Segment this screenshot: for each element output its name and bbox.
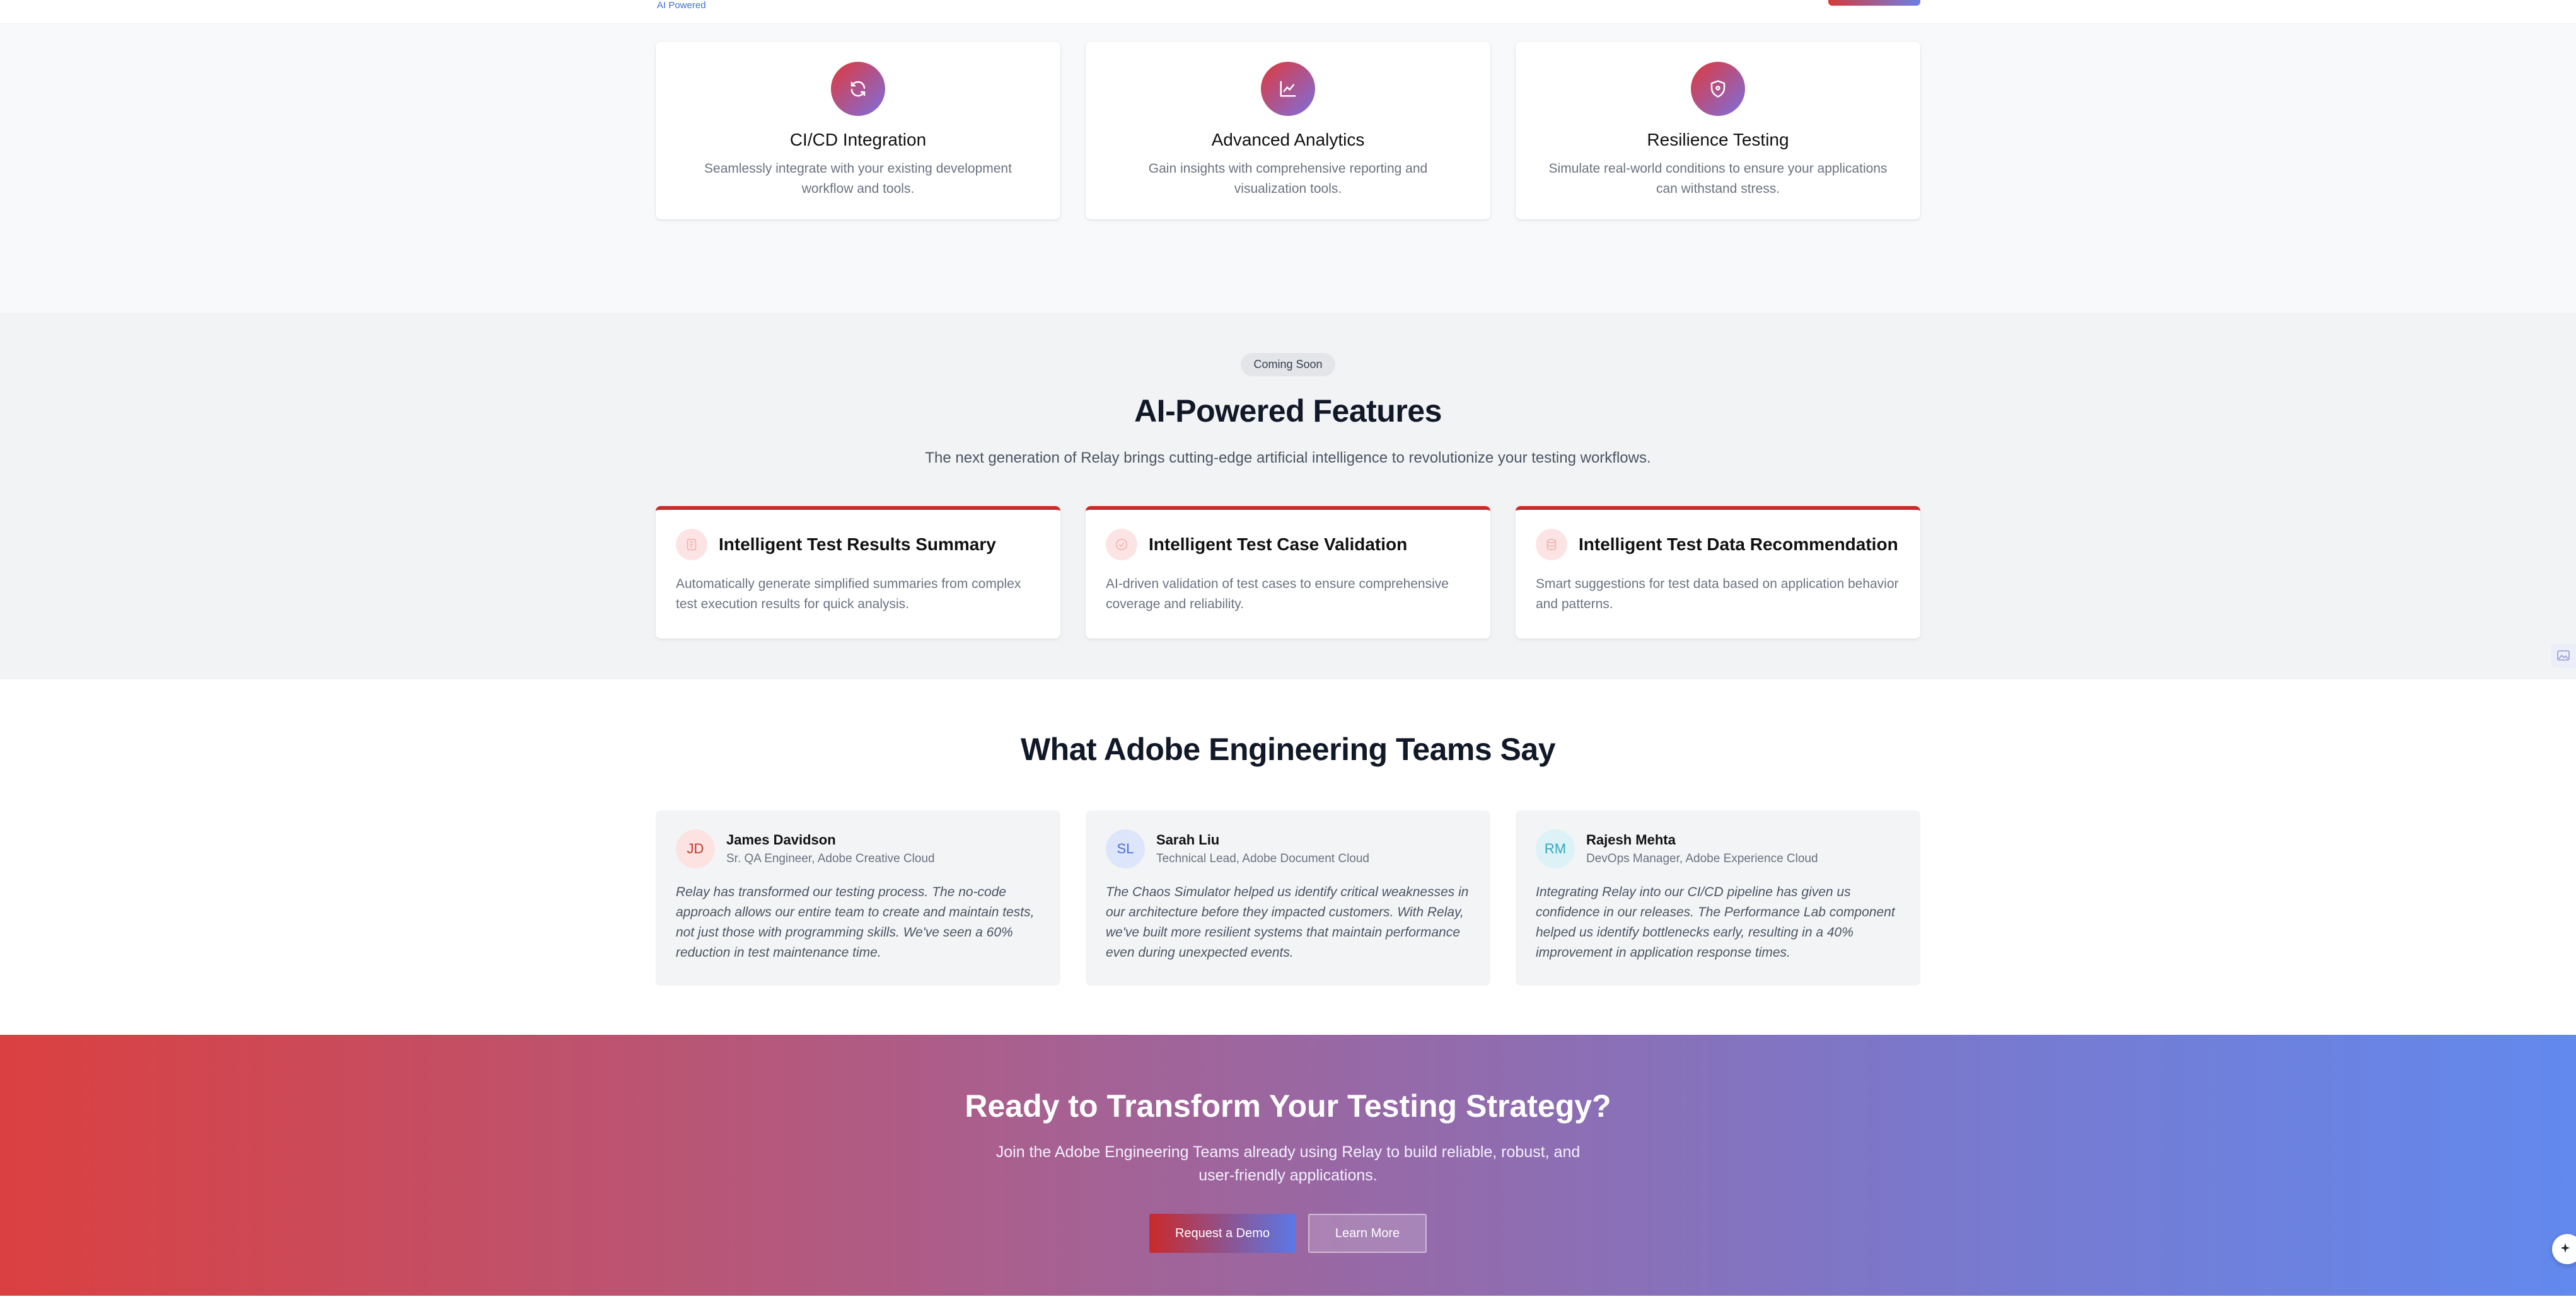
- ai-section-subtitle: The next generation of Relay brings cutt…: [925, 449, 1651, 466]
- testimonial-name: James Davidson: [726, 832, 836, 848]
- chart-line-icon: [1261, 62, 1315, 116]
- testimonial-card: RM Rajesh Mehta DevOps Manager, Adobe Ex…: [1516, 810, 1920, 986]
- cta-subtitle: Join the Adobe Engineering Teams already…: [995, 1143, 1581, 1184]
- ai-card-case-validation: Intelligent Test Case Validation AI-driv…: [1086, 506, 1490, 638]
- document-icon: [676, 529, 707, 560]
- check-circle-icon: [1106, 529, 1137, 560]
- ai-card-desc: AI-driven validation of test cases to en…: [1106, 577, 1449, 611]
- testimonial-quote: The Chaos Simulator helped us identify c…: [1106, 885, 1469, 960]
- cta-title: Ready to Transform Your Testing Strategy…: [965, 1088, 1611, 1124]
- ai-card-desc: Automatically generate simplified summar…: [676, 577, 1021, 611]
- ai-powered-link[interactable]: AI Powered: [657, 0, 706, 11]
- request-demo-button[interactable]: Request a Demo: [1149, 1214, 1296, 1253]
- testimonial-quote: Relay has transformed our testing proces…: [676, 885, 1035, 960]
- feature-card-desc: Gain insights with comprehensive reporti…: [1148, 161, 1428, 196]
- ai-section-title: AI-Powered Features: [1134, 393, 1442, 429]
- feature-card-title: CI/CD Integration: [789, 130, 927, 149]
- testimonial-role: Sr. QA Engineer, Adobe Creative Cloud: [726, 852, 935, 865]
- ai-features-section: Coming Soon AI-Powered Features The next…: [0, 313, 2576, 679]
- nav-cta-button-fragment[interactable]: [1828, 0, 1920, 6]
- feature-card-desc: Simulate real-world conditions to ensure…: [1548, 161, 1888, 196]
- avatar: SL: [1106, 829, 1145, 868]
- chat-assistant-button[interactable]: [2552, 1234, 2576, 1264]
- database-icon: [1536, 529, 1567, 560]
- testimonial-quote: Integrating Relay into our CI/CD pipelin…: [1536, 885, 1895, 960]
- avatar: RM: [1536, 829, 1575, 868]
- feature-card-title: Advanced Analytics: [1211, 130, 1365, 149]
- sparkle-icon: [2560, 1243, 2570, 1253]
- learn-more-button[interactable]: Learn More: [1308, 1214, 1427, 1253]
- testimonial-role: Technical Lead, Adobe Document Cloud: [1156, 852, 1370, 865]
- testimonial-card: SL Sarah Liu Technical Lead, Adobe Docum…: [1086, 810, 1490, 986]
- cta-section: Ready to Transform Your Testing Strategy…: [0, 1035, 2576, 1296]
- feature-card-resilience: Resilience Testing Simulate real-world c…: [1516, 42, 1920, 219]
- avatar: JD: [676, 829, 715, 868]
- ai-card-title: Intelligent Test Results Summary: [719, 534, 996, 554]
- testimonials-section: What Adobe Engineering Teams Say JD Jame…: [0, 679, 2576, 1035]
- ai-card-data-recommendation: Intelligent Test Data Recommendation Sma…: [1516, 506, 1920, 638]
- ai-card-desc: Smart suggestions for test data based on…: [1536, 577, 1899, 611]
- features-section: CI/CD Integration Seamlessly integrate w…: [0, 24, 2576, 313]
- shield-icon: [1691, 62, 1745, 116]
- image-icon: [2557, 650, 2570, 660]
- feature-card-title: Resilience Testing: [1647, 130, 1789, 149]
- testimonial-card: JD James Davidson Sr. QA Engineer, Adobe…: [656, 810, 1060, 986]
- feature-card-analytics: Advanced Analytics Gain insights with co…: [1086, 42, 1490, 219]
- ai-card-results-summary: Intelligent Test Results Summary Automat…: [656, 506, 1060, 638]
- feature-card-cicd: CI/CD Integration Seamlessly integrate w…: [656, 42, 1060, 219]
- testimonial-role: DevOps Manager, Adobe Experience Cloud: [1586, 852, 1818, 865]
- testimonial-name: Rajesh Mehta: [1586, 832, 1676, 848]
- ai-card-title: Intelligent Test Data Recommendation: [1579, 534, 1898, 554]
- top-nav-strip: AI Powered: [0, 0, 2576, 24]
- feature-card-desc: Seamlessly integrate with your existing …: [704, 161, 1012, 196]
- ai-card-title: Intelligent Test Case Validation: [1149, 534, 1408, 554]
- testimonials-title: What Adobe Engineering Teams Say: [1020, 732, 1556, 767]
- coming-soon-badge: Coming Soon: [1241, 353, 1335, 376]
- testimonial-name: Sarah Liu: [1156, 832, 1220, 848]
- feedback-side-widget[interactable]: [2551, 643, 2576, 667]
- refresh-icon: [831, 62, 885, 116]
